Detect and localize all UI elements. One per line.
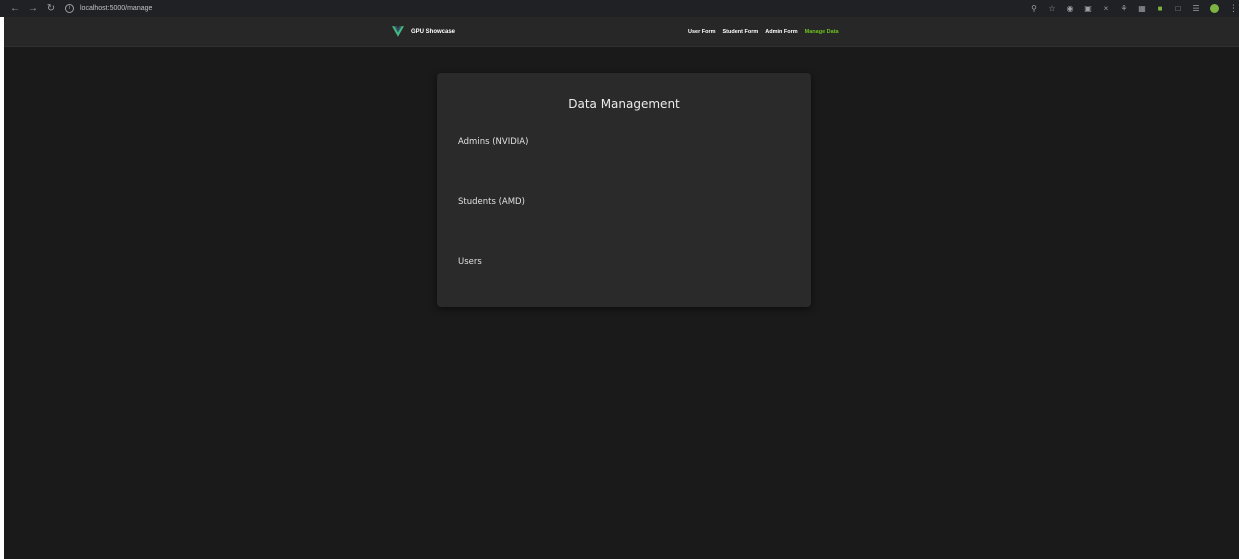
profile-avatar[interactable] <box>1210 4 1219 13</box>
browser-menu-icon[interactable]: ⋮ <box>1229 3 1238 14</box>
forward-icon[interactable]: → <box>27 3 39 15</box>
main-nav: User Form Student Form Admin Form Manage… <box>688 29 839 35</box>
back-icon[interactable]: ← <box>9 3 21 15</box>
brand[interactable]: GPU Showcase <box>392 26 455 37</box>
section-users[interactable]: Users <box>458 257 482 267</box>
camera-extension-icon[interactable]: ◉ <box>1066 4 1074 13</box>
x-extension-icon[interactable]: × <box>1102 4 1110 13</box>
address-bar[interactable]: i localhost:5000/manage <box>65 2 1065 15</box>
nav-student-form[interactable]: Student Form <box>723 29 759 35</box>
green-extension-icon[interactable]: ■ <box>1156 4 1164 13</box>
reload-icon[interactable]: ↻ <box>45 3 57 15</box>
nav-manage-data[interactable]: Manage Data <box>805 29 839 35</box>
translate-extension-icon[interactable]: ⚘ <box>1120 4 1128 13</box>
puzzle-extensions-icon[interactable]: □ <box>1174 4 1182 13</box>
screen-extension-icon[interactable]: ▣ <box>1084 4 1092 13</box>
sidebar-icon[interactable]: ☰ <box>1192 4 1200 13</box>
bookmark-star-icon[interactable]: ☆ <box>1048 4 1056 13</box>
brand-name: GPU Showcase <box>411 28 456 35</box>
nav-user-form[interactable]: User Form <box>688 29 716 35</box>
grid-extension-icon[interactable]: ▦ <box>1138 4 1146 13</box>
data-management-card: Data Management Admins (NVIDIA) Students… <box>437 73 811 307</box>
browser-toolbar: ← → ↻ i localhost:5000/manage ⚲ ☆ ◉ ▣ × … <box>0 0 1239 17</box>
extensions-area: ⚲ ☆ ◉ ▣ × ⚘ ▦ ■ □ ☰ ⋮ <box>1030 2 1238 15</box>
section-students[interactable]: Students (AMD) <box>458 197 525 207</box>
url-text: localhost:5000/manage <box>80 5 153 12</box>
section-admins[interactable]: Admins (NVIDIA) <box>458 137 528 147</box>
zoom-icon[interactable]: ⚲ <box>1030 4 1038 13</box>
vue-logo-icon <box>392 26 404 37</box>
page-viewport: GPU Showcase User Form Student Form Admi… <box>4 17 1239 559</box>
info-icon[interactable]: i <box>65 4 74 13</box>
page-title: Data Management <box>568 97 680 111</box>
app-header: GPU Showcase User Form Student Form Admi… <box>4 17 1239 47</box>
nav-admin-form[interactable]: Admin Form <box>765 29 797 35</box>
